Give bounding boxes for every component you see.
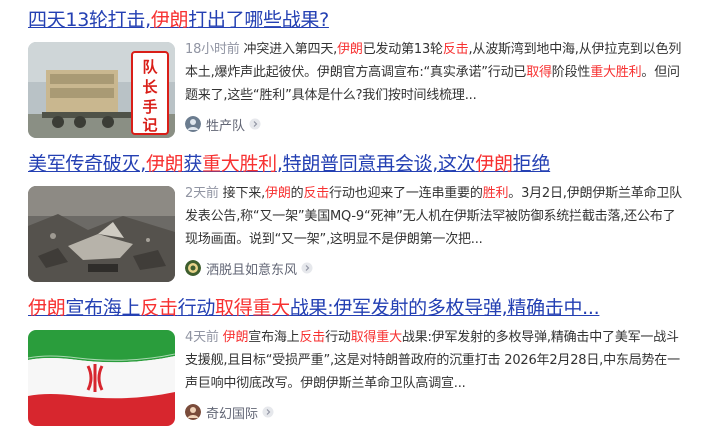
highlighted-keyword: 反击 (442, 42, 469, 57)
highlighted-keyword: 伊朗 (28, 297, 66, 319)
text-segment: 接下来, (222, 186, 266, 201)
text-segment: 的 (290, 186, 304, 201)
highlighted-keyword: 取得 (526, 65, 552, 80)
highlighted-keyword: 取得重大 (350, 330, 402, 345)
text-segment: 拒绝 (512, 153, 551, 175)
highlighted-keyword: 反击 (299, 330, 326, 345)
text-segment: 宣布海上 (248, 330, 300, 345)
source-avatar (185, 404, 201, 420)
search-result: 伊朗宣布海上反击行动取得重大战果:伊军发射的多枚导弹,精确击中... 4天前 伊朗… (28, 292, 688, 432)
result-thumbnail[interactable] (28, 330, 175, 426)
highlighted-keyword: 伊朗 (475, 153, 513, 175)
highlighted-keyword: 重大胜利 (202, 153, 277, 175)
text-segment: 已发动第13轮 (362, 42, 443, 57)
result-time: 18小时前 (185, 42, 240, 57)
text-segment: 获 (183, 153, 203, 175)
highlighted-keyword: 伊朗 (150, 9, 189, 31)
result-time: 2天前 (185, 186, 219, 201)
highlighted-keyword: 伊朗 (265, 186, 291, 201)
text-segment: 行动也迎来了一连串重要的 (329, 186, 483, 201)
source-name: 洒脱且如意东风 (206, 262, 298, 278)
source-avatar (185, 260, 201, 276)
text-segment: 冲突进入第四天, (243, 42, 338, 57)
search-result: 美军传奇破灭,伊朗获重大胜利,特朗普同意再会谈,这次伊朗拒绝 2天前 接下来,伊朗… (28, 148, 688, 288)
highlighted-keyword: 取得重大 (215, 297, 290, 319)
highlighted-keyword: 伊朗 (145, 153, 184, 175)
result-title-link[interactable]: 伊朗宣布海上反击行动取得重大战果:伊军发射的多枚导弹,精确击中... (28, 292, 688, 324)
result-source[interactable]: 洒脱且如意东风 (185, 259, 685, 278)
result-time: 4天前 (185, 330, 219, 345)
text-segment: 行动 (177, 297, 216, 319)
result-abstract: 2天前 接下来,伊朗的反击行动也迎来了一连串重要的胜利。3月2日,伊朗伊斯兰革命卫… (185, 182, 685, 251)
result-title-link[interactable]: 美军传奇破灭,伊朗获重大胜利,特朗普同意再会谈,这次伊朗拒绝 (28, 148, 688, 180)
source-arrow-icon (249, 118, 261, 130)
text-segment: 行动 (325, 330, 351, 345)
source-arrow-icon (301, 262, 313, 274)
highlighted-keyword: 胜利 (482, 186, 509, 201)
thumb-caption: 队 (142, 58, 158, 76)
text-segment: 四天13轮打击, (28, 9, 151, 31)
search-result: 四天13轮打击,伊朗打出了哪些战果? 队 长 手 记 18小时前 冲突进入第四天… (28, 4, 688, 144)
source-arrow-icon (262, 406, 274, 418)
result-abstract: 4天前 伊朗宣布海上反击行动取得重大战果:伊军发射的多枚导弹,精确击中了美军一战斗… (185, 326, 685, 395)
source-avatar (185, 116, 201, 132)
text-segment: 阶段性 (551, 65, 591, 80)
result-title-link[interactable]: 四天13轮打击,伊朗打出了哪些战果? (28, 4, 688, 36)
highlighted-keyword: 反击 (303, 186, 330, 201)
highlighted-keyword: 伊朗 (222, 330, 249, 345)
text-segment: 战果:伊军发射的多枚导弹,精确击中... (289, 297, 600, 319)
thumb-caption: 长 (142, 78, 158, 96)
result-abstract: 18小时前 冲突进入第四天,伊朗已发动第13轮反击,从波斯湾到地中海,从伊拉克到以… (185, 38, 685, 107)
text-segment: 宣布海上 (65, 297, 141, 319)
text-segment: 美军传奇破灭, (28, 153, 146, 175)
result-thumbnail[interactable] (28, 186, 175, 282)
result-source[interactable]: 牲产队 (185, 115, 685, 134)
result-thumbnail[interactable]: 队 长 手 记 (28, 42, 175, 138)
text-segment: 打出了哪些战果? (188, 9, 329, 31)
source-name: 奇幻国际 (206, 406, 259, 422)
thumb-caption: 手 (142, 98, 157, 116)
highlighted-keyword: 反击 (140, 297, 178, 319)
result-source[interactable]: 奇幻国际 (185, 403, 685, 422)
text-segment: ,特朗普同意再会谈,这次 (276, 153, 476, 175)
source-name: 牲产队 (206, 118, 246, 134)
highlighted-keyword: 重大胜利 (590, 65, 642, 80)
thumb-caption: 记 (142, 116, 157, 134)
highlighted-keyword: 伊朗 (337, 42, 363, 57)
